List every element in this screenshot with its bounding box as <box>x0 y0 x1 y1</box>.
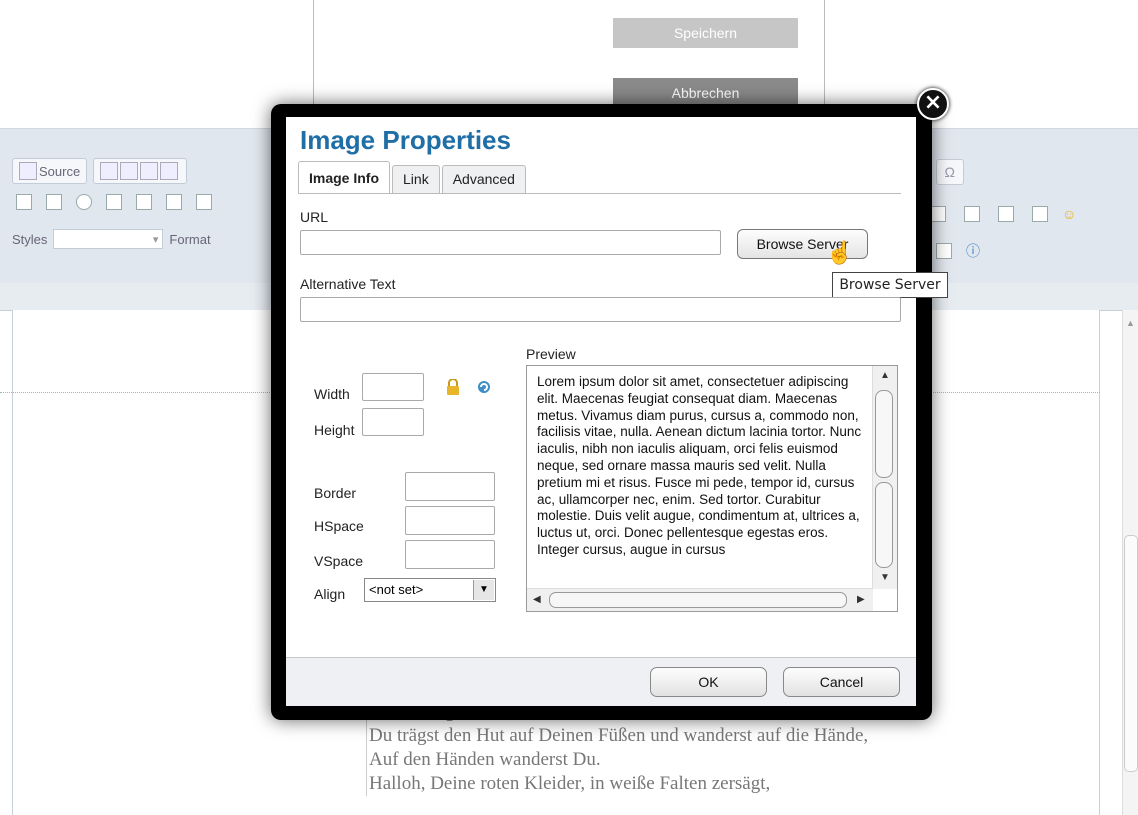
scroll-up-icon[interactable]: ▲ <box>880 370 890 381</box>
close-icon[interactable]: × <box>917 88 949 120</box>
form-icon[interactable] <box>16 194 32 210</box>
url-input[interactable] <box>300 230 721 255</box>
hspace-label: HSpace <box>314 518 364 534</box>
tab-image-info[interactable]: Image Info <box>298 161 391 193</box>
page-icon[interactable] <box>930 206 946 222</box>
dialog-tabs: Image Info Link Advanced <box>298 161 526 193</box>
paste-text-icon[interactable] <box>160 162 179 180</box>
align-label: Align <box>314 586 346 602</box>
scroll-right-icon[interactable]: ▶ <box>857 594 865 605</box>
url-label: URL <box>300 209 329 225</box>
scroll-up-icon[interactable]: ▲ <box>1126 318 1135 328</box>
toolbar-row-1: Source <box>12 157 188 185</box>
select-icon[interactable] <box>166 194 182 210</box>
border-label: Border <box>314 485 357 501</box>
clipboard-group <box>93 158 188 184</box>
table-icon[interactable] <box>998 206 1014 222</box>
list-icon[interactable] <box>1032 206 1048 222</box>
tab-advanced[interactable]: Advanced <box>441 165 526 193</box>
vspace-input[interactable] <box>405 540 495 569</box>
save-button[interactable]: Speichern <box>613 18 798 48</box>
about-icon[interactable]: ⓘ <box>966 241 980 261</box>
border-input[interactable] <box>405 472 495 501</box>
radio-icon[interactable] <box>76 194 92 210</box>
toolbar-row-3: Styles ▾ Format <box>12 225 211 253</box>
button-icon[interactable] <box>196 194 212 210</box>
poem-line: Auf den Händen wanderst Du. <box>369 749 601 770</box>
copy-icon[interactable] <box>120 162 139 180</box>
template-icon[interactable] <box>964 206 980 222</box>
styles-label: Styles <box>12 231 48 247</box>
align-value: <not set> <box>369 582 424 597</box>
scroll-down-icon[interactable]: ▼ <box>880 572 890 583</box>
editor-scrollbar-thumb[interactable] <box>1124 535 1138 772</box>
poem-line: Halloh, Deine roten Kleider, in weiße Fa… <box>369 773 771 794</box>
hand-cursor-icon: ☝ <box>826 240 854 265</box>
preview-hscroll-thumb[interactable] <box>549 592 847 608</box>
checkbox-icon[interactable] <box>46 194 62 210</box>
cancel-button[interactable]: Cancel <box>783 667 900 697</box>
source-icon <box>19 162 37 180</box>
alt-text-label: Alternative Text <box>300 276 396 292</box>
lock-icon[interactable] <box>446 379 460 395</box>
height-label: Height <box>314 422 355 438</box>
alt-text-input[interactable] <box>300 297 901 322</box>
source-label: Source <box>39 163 81 179</box>
preview-text: Lorem ipsum dolor sit amet, consectetuer… <box>537 374 862 557</box>
paste-icon[interactable] <box>140 162 159 180</box>
vspace-label: VSpace <box>314 553 364 569</box>
preview-horizontal-scrollbar[interactable]: ◀ ▶ <box>527 588 873 611</box>
ok-button[interactable]: OK <box>650 667 767 697</box>
toolbar-right-3: ⓘ <box>932 238 980 264</box>
chevron-down-icon[interactable]: ▼ <box>473 580 494 600</box>
toolbar-right-2: ☺ <box>926 201 1076 227</box>
preview-label: Preview <box>526 346 576 362</box>
tab-divider <box>298 193 901 194</box>
styles-combo[interactable]: ▾ <box>53 229 164 249</box>
tab-link[interactable]: Link <box>392 165 440 193</box>
preview-vertical-scrollbar[interactable]: ▲ ▼ <box>872 366 897 589</box>
browse-server-tooltip: Browse Server <box>832 272 948 298</box>
smiley-icon[interactable]: ☺ <box>1062 206 1076 222</box>
width-label: Width <box>314 386 350 402</box>
reset-size-icon[interactable] <box>476 379 492 395</box>
toolbar-row-2 <box>12 188 216 216</box>
textfield-icon[interactable] <box>106 194 122 210</box>
source-button[interactable]: Source <box>12 158 88 184</box>
format-label: Format <box>169 231 211 247</box>
preview-box[interactable]: Lorem ipsum dolor sit amet, consectetuer… <box>526 365 898 612</box>
special-char-icon[interactable]: Ω <box>945 164 955 180</box>
scroll-left-icon[interactable]: ◀ <box>533 594 541 605</box>
cut-icon[interactable] <box>100 162 119 180</box>
hspace-input[interactable] <box>405 506 495 535</box>
textarea-icon[interactable] <box>136 194 152 210</box>
dialog-title: Image Properties <box>300 125 511 155</box>
align-select[interactable]: <not set> ▼ <box>364 578 496 602</box>
preview-scroll-track-lower <box>875 482 893 568</box>
maximize-icon[interactable] <box>936 243 952 259</box>
preview-scroll-thumb[interactable] <box>875 390 893 478</box>
height-input[interactable] <box>362 408 424 436</box>
poem-line: Du trägst den Hut auf Deinen Füßen und w… <box>369 725 869 746</box>
width-input[interactable] <box>362 373 424 401</box>
